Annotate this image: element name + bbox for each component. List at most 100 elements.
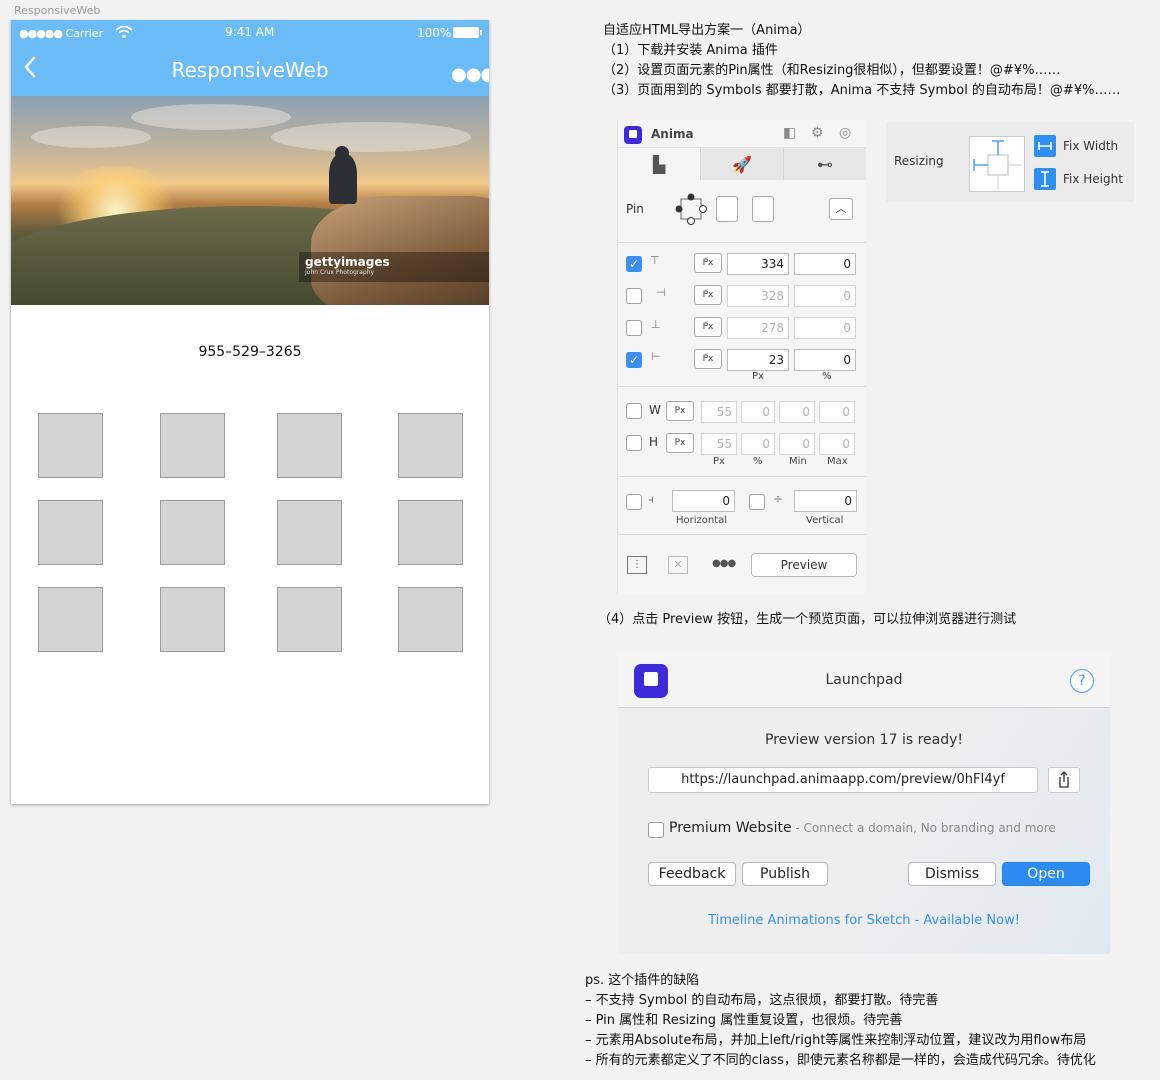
hero-image: gettyimages John Crux Photography [11,96,489,305]
fix-height-glyph [1041,171,1049,187]
group-icon[interactable]: ⋮ [627,556,647,574]
height-px[interactable]: 55 [701,433,737,455]
horizontal-checkbox[interactable] [626,494,642,510]
ungroup-icon[interactable]: ✕ [668,556,688,574]
resizing-label: Resizing [894,154,944,168]
grid-tile[interactable] [38,500,103,565]
feedback-button[interactable]: Feedback [648,862,736,886]
tab-animation[interactable]: 🚀 [700,148,783,180]
cloud-shape [31,126,151,148]
unit-button[interactable]: Px [694,349,722,369]
pin-top-px[interactable]: 334 [727,253,789,275]
unit-button[interactable]: Px [694,317,722,337]
pin-right-pct[interactable]: 0 [794,285,856,307]
resizing-diagram[interactable] [969,136,1025,192]
pin-left-pct[interactable]: 0 [794,349,856,371]
link-icon: ⊷ [817,154,833,174]
height-pct[interactable]: 0 [741,433,775,455]
pin-left-checkbox[interactable]: ✓ [626,352,642,368]
horizontal-field[interactable]: 0 [672,490,735,512]
grid-tile[interactable] [398,500,463,565]
pin-right-checkbox[interactable] [626,288,642,304]
pin-vertical-button[interactable] [716,196,738,222]
pin-bottom-px[interactable]: 278 [727,317,789,339]
grid-tile[interactable] [277,500,342,565]
fix-height-icon[interactable] [1034,168,1056,190]
fix-width-icon[interactable] [1034,135,1056,157]
gear-icon[interactable]: ⚙ [811,125,824,141]
pin-top-checkbox[interactable]: ✓ [626,256,642,272]
height-min[interactable]: 0 [779,433,815,455]
divider [618,476,866,477]
sidebar-toggle-icon[interactable]: ◧ [783,125,796,141]
unit-button[interactable]: Px [666,401,694,421]
dismiss-button[interactable]: Dismiss [908,862,996,886]
width-max[interactable]: 0 [819,401,855,423]
unit-button[interactable]: Px [666,433,694,453]
note-step: （2）设置页面元素的Pin属性（和Resizing很相似），但都要设置！@#¥%… [603,63,1061,78]
center-horizontal-icon: ⫞ [648,492,655,506]
pin-left-px[interactable]: 23 [727,349,789,371]
tab-layout[interactable]: ▙ [618,148,700,180]
pin-top-pct[interactable]: 0 [794,253,856,275]
launchpad-dialog: Launchpad ? Preview version 17 is ready!… [618,652,1110,954]
width-px[interactable]: 55 [701,401,737,423]
size-col-px: Px [713,456,725,467]
pin-bottom-pct[interactable]: 0 [794,317,856,339]
publish-button[interactable]: Publish [742,862,828,886]
carrier-label: Carrier [65,27,104,40]
unit-button[interactable]: Px [694,253,722,273]
note-step: （1）下载并安装 Anima 插件 [603,43,778,58]
ps-title: ps. 这个插件的缺陷 [585,973,700,988]
col-px-label: Px [752,371,764,382]
grid-tile[interactable] [160,500,225,565]
grid-tile[interactable] [38,587,103,652]
status-carrier: ●●●●● Carrier [19,27,103,40]
launchpad-header: Launchpad ? [618,652,1110,708]
grid-tile[interactable] [398,413,463,478]
help-icon[interactable]: ? [1070,669,1094,693]
pin-left-icon: ⊢ [651,350,661,363]
pin-bottom-checkbox[interactable] [626,320,642,336]
phone-artboard[interactable]: ●●●●● Carrier 9:41 AM 100% ResponsiveWeb… [11,20,489,804]
open-button[interactable]: Open [1002,862,1090,886]
collapse-button[interactable]: ︿ [829,198,853,220]
width-checkbox[interactable] [626,403,642,419]
col-pct-label: % [822,371,832,382]
share-button[interactable] [1048,767,1080,793]
pin-horizontal-button[interactable] [752,196,774,222]
timeline-animations-link[interactable]: Timeline Animations for Sketch - Availab… [618,913,1110,928]
nav-bar: ●●●●● Carrier 9:41 AM 100% ResponsiveWeb… [11,20,489,96]
grid-tile[interactable] [277,587,342,652]
preview-button[interactable]: Preview [751,553,857,577]
preview-url-field[interactable]: https://launchpad.animaapp.com/preview/0… [648,767,1038,793]
premium-checkbox[interactable] [648,822,664,838]
grid-tile[interactable] [160,587,225,652]
height-max[interactable]: 0 [819,433,855,455]
grid-tile[interactable] [277,413,342,478]
pin-right-px[interactable]: 328 [727,285,789,307]
share-icon [1059,771,1069,788]
vertical-field[interactable]: 0 [794,490,857,512]
grid-tile[interactable] [160,413,225,478]
height-checkbox[interactable] [626,435,642,451]
more-icon[interactable]: ●●● [451,64,489,85]
grid-tile[interactable] [38,413,103,478]
artboard-label[interactable]: ResponsiveWeb [14,4,100,17]
fix-width-label[interactable]: Fix Width [1063,139,1118,153]
more-options-icon[interactable]: ●●● [712,558,736,569]
pin-all-icon[interactable] [674,192,708,226]
tab-links[interactable]: ⊷ [783,148,866,180]
anima-title: Anima [651,127,694,141]
width-min[interactable]: 0 [779,401,815,423]
pin-right-icon: ⊣ [656,286,666,299]
target-icon[interactable]: ◎ [839,125,851,141]
premium-note: - Connect a domain, No branding and more [791,821,1056,835]
width-pct[interactable]: 0 [741,401,775,423]
vertical-checkbox[interactable] [749,494,765,510]
person-head [335,146,349,160]
fix-height-label[interactable]: Fix Height [1063,172,1123,186]
unit-button[interactable]: Px [694,285,722,305]
divider [618,242,866,243]
grid-tile[interactable] [398,587,463,652]
